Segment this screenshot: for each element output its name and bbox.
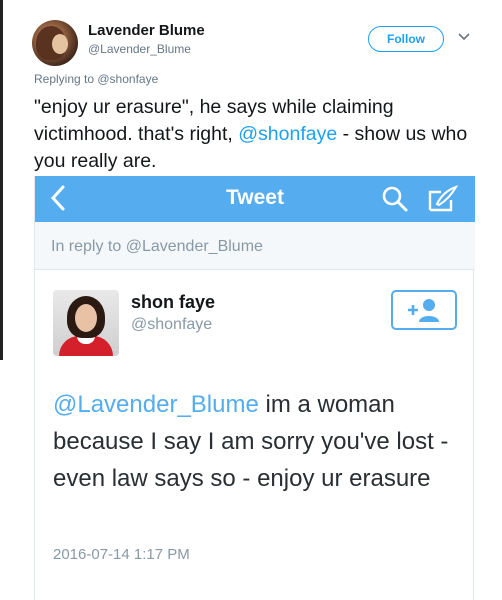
screenshot-navbar: Tweet <box>35 176 475 222</box>
left-edge-divider <box>0 0 3 360</box>
replying-to-line: Replying to @shonfaye <box>34 72 158 86</box>
screenshot-reply-text: In reply to @Lavender_Blume <box>51 238 263 255</box>
screenshot-timestamp: 2016-07-14 1:17 PM <box>53 546 190 563</box>
screenshot-mention-link: @Lavender_Blume <box>53 391 259 418</box>
author-name[interactable]: Lavender Blume <box>88 22 205 39</box>
screenshot-tweet-text: @Lavender_Blume im a woman because I say… <box>53 386 463 497</box>
compose-icon <box>427 184 459 214</box>
embedded-screenshot[interactable]: Tweet In reply to @Lavender_Blume shon f… <box>34 176 475 600</box>
screenshot-author-avatar <box>53 290 119 356</box>
tweet-header: Lavender Blume @Lavender_Blume Follow <box>22 16 482 66</box>
follow-button[interactable]: Follow <box>368 26 444 52</box>
screenshot-author-name: shon faye <box>131 292 216 312</box>
screenshot-author-handle: @shonfaye <box>131 316 213 333</box>
chevron-down-icon[interactable] <box>458 30 470 44</box>
replying-to-label: Replying to <box>34 72 98 86</box>
tweet-text: "enjoy ur erasure", he says while claimi… <box>34 94 474 175</box>
search-icon <box>381 185 409 213</box>
add-user-icon <box>391 290 457 330</box>
replying-to-mention[interactable]: @shonfaye <box>97 72 158 86</box>
author-handle[interactable]: @Lavender_Blume <box>88 42 191 56</box>
author-avatar[interactable] <box>32 20 78 66</box>
tweet-mention-link[interactable]: @shonfaye <box>238 123 337 145</box>
screenshot-reply-bar: In reply to @Lavender_Blume <box>35 222 475 270</box>
screenshot-nav-title: Tweet <box>226 186 284 209</box>
